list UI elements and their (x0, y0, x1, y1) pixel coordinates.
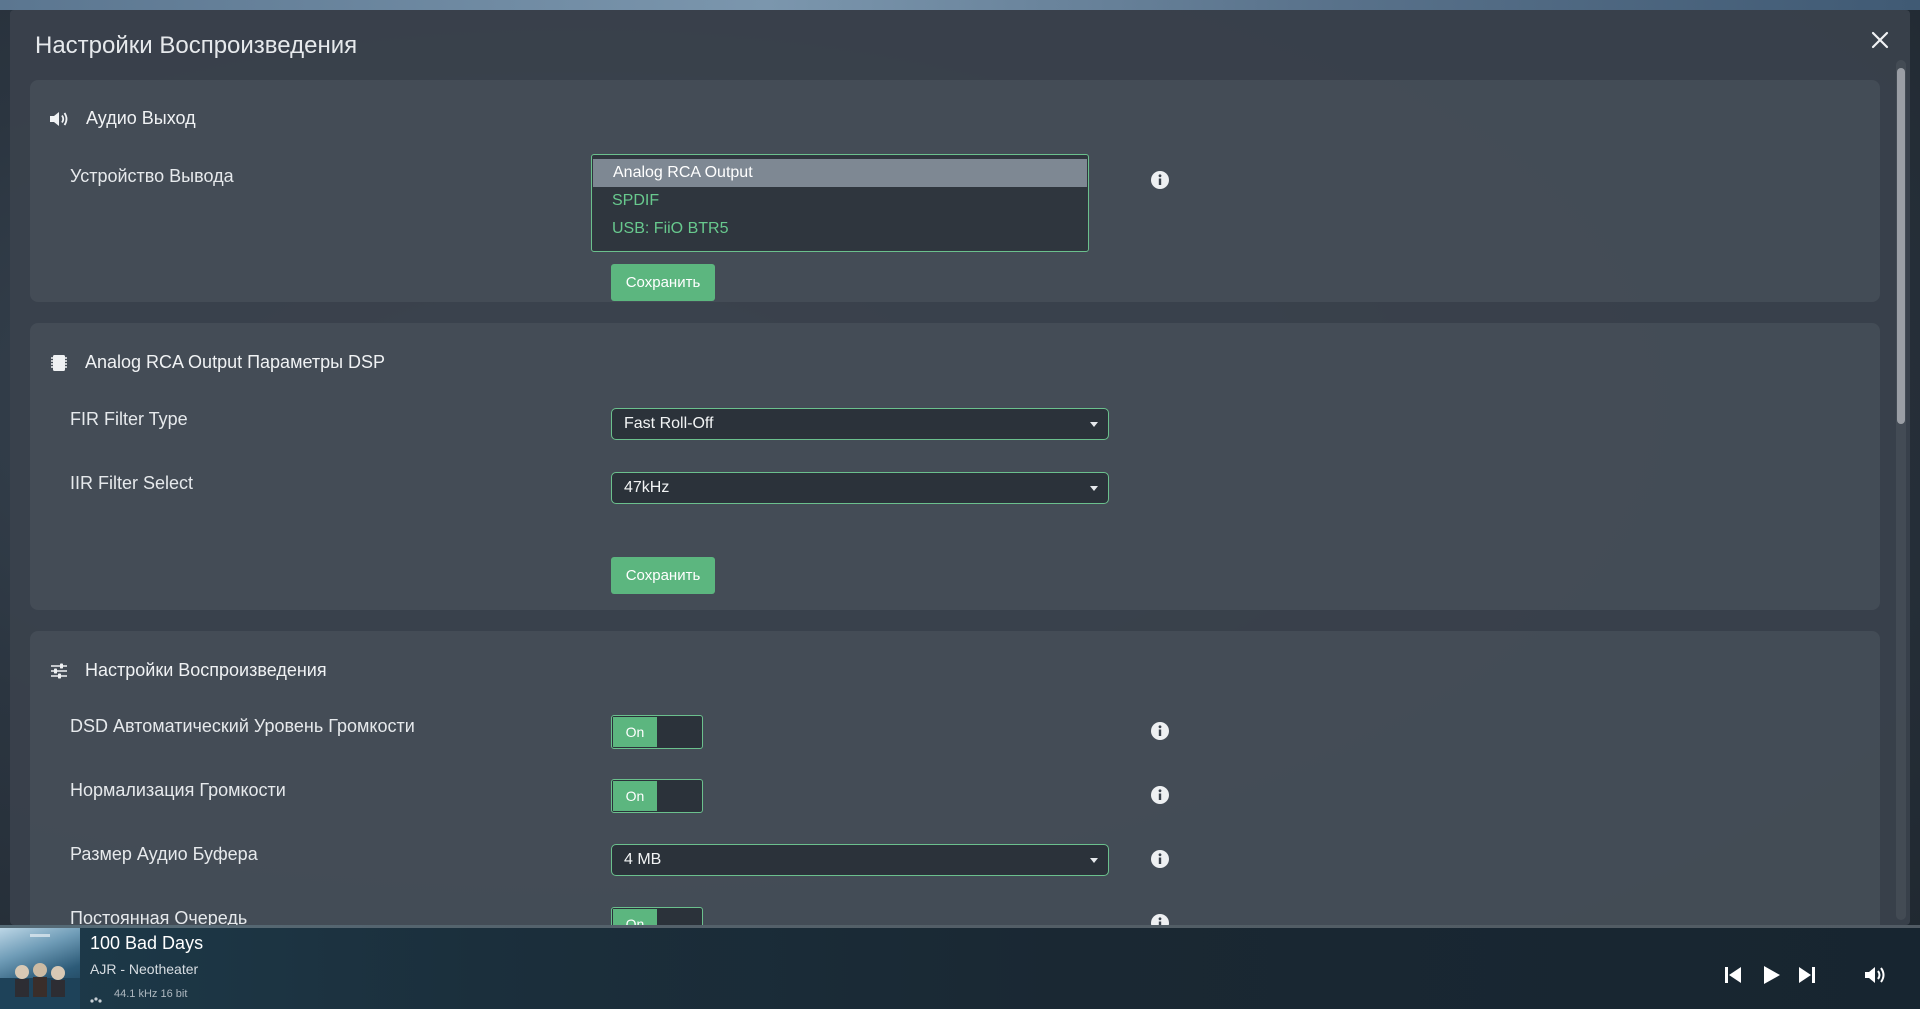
output-device-dropdown[interactable]: Analog RCA Output SPDIF USB: FiiO BTR5 (591, 154, 1089, 252)
chevron-down-icon (1090, 486, 1098, 491)
playback-title: Настройки Воспроизведения (85, 660, 327, 680)
normalize-volume-label: Нормализация Громкости (70, 780, 286, 800)
close-button[interactable] (1868, 28, 1892, 52)
option-usb-fiio[interactable]: USB: FiiO BTR5 (592, 215, 1088, 243)
dsp-card: Analog RCA Output Параметры DSP FIR Filt… (30, 323, 1880, 610)
background-strip (0, 0, 1920, 10)
quality-icon (90, 991, 102, 1003)
player-bar: 100 Bad Days AJR - Neotheater 44.1 kHz 1… (0, 925, 1920, 1009)
fir-filter-label: FIR Filter Type (70, 409, 188, 429)
persistent-queue-toggle[interactable]: On (611, 907, 703, 925)
volume-icon (1865, 967, 1885, 983)
skip-back-icon (1725, 967, 1741, 983)
persistent-queue-label: Постоянная Очередь (70, 908, 248, 925)
next-button[interactable] (1794, 962, 1820, 988)
previous-button[interactable] (1720, 962, 1746, 988)
modal-scrollbar[interactable] (1896, 60, 1906, 920)
toggle-on-label: On (613, 781, 657, 811)
queue-info-icon[interactable] (1150, 913, 1170, 925)
play-icon (1764, 966, 1780, 984)
option-spdif[interactable]: SPDIF (592, 187, 1088, 215)
fir-filter-value: Fast Roll-Off (624, 415, 714, 432)
album-art[interactable] (0, 928, 80, 1009)
track-artist[interactable]: AJR - Neotheater (90, 961, 198, 977)
dsd-info-icon[interactable] (1150, 721, 1170, 741)
track-title[interactable]: 100 Bad Days (90, 933, 203, 954)
dsd-volume-label: DSD Автоматический Уровень Громкости (70, 716, 415, 736)
play-button[interactable] (1758, 962, 1784, 988)
playback-settings-modal: Настройки Воспроизведения Аудио Выход Ус… (10, 10, 1910, 925)
speaker-icon (48, 108, 70, 130)
buffer-size-select[interactable]: 4 MB (611, 844, 1109, 876)
iir-filter-select[interactable]: 47kHz (611, 472, 1109, 504)
modal-title: Настройки Воспроизведения (35, 32, 358, 59)
normalize-info-icon[interactable] (1150, 785, 1170, 805)
output-device-info-icon[interactable] (1150, 170, 1170, 190)
dsp-title: Analog RCA Output Параметры DSP (85, 352, 386, 372)
iir-filter-value: 47kHz (624, 479, 670, 496)
iir-filter-label: IIR Filter Select (70, 473, 194, 493)
scrollbar-thumb[interactable] (1897, 68, 1905, 424)
buffer-size-value: 4 MB (624, 851, 662, 868)
track-quality: 44.1 kHz 16 bit (114, 988, 188, 1000)
toggle-on-label: On (613, 717, 657, 747)
normalize-volume-toggle[interactable]: On (611, 779, 703, 813)
skip-forward-icon (1799, 967, 1815, 983)
buffer-size-label: Размер Аудио Буфера (70, 844, 258, 864)
output-device-label: Устройство Вывода (70, 166, 234, 186)
dsd-volume-toggle[interactable]: On (611, 715, 703, 749)
chevron-down-icon (1090, 858, 1098, 863)
close-icon (1871, 31, 1889, 49)
option-analog-rca[interactable]: Analog RCA Output (593, 159, 1087, 187)
chip-icon (48, 352, 70, 374)
fir-filter-select[interactable]: Fast Roll-Off (611, 408, 1109, 440)
progress-bar[interactable] (0, 925, 1920, 928)
chevron-down-icon (1090, 422, 1098, 427)
playback-card: Настройки Воспроизведения DSD Автоматиче… (30, 631, 1880, 925)
volume-button[interactable] (1862, 962, 1888, 988)
audio-output-title: Аудио Выход (86, 108, 196, 128)
toggle-on-label: On (613, 909, 657, 925)
buffer-info-icon[interactable] (1150, 849, 1170, 869)
sliders-icon (48, 660, 70, 682)
save-output-button[interactable]: Сохранить (611, 264, 715, 301)
save-dsp-button[interactable]: Сохранить (611, 557, 715, 594)
